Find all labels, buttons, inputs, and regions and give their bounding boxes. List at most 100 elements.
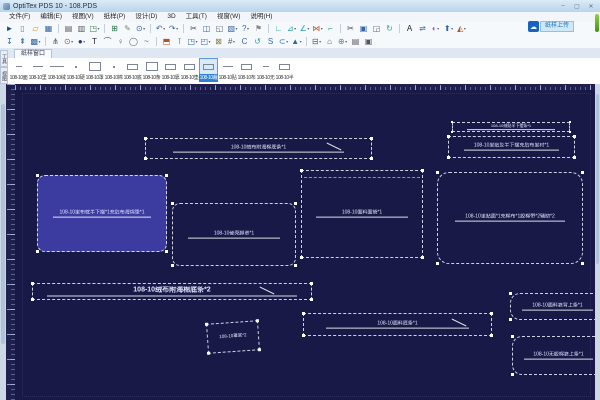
send-icon[interactable]: ⬆ [443, 23, 455, 34]
print-icon[interactable]: ▤ [63, 23, 75, 34]
menu-item[interactable]: 设计(D) [130, 12, 162, 22]
pattern-thumbnail[interactable]: 108-10布 [237, 58, 256, 82]
group-icon[interactable]: ◐ [430, 23, 442, 34]
pin-icon[interactable]: ♀ [115, 36, 127, 47]
pattern-thumbnail[interactable]: 108-10靠 [161, 58, 180, 82]
paste-piece-icon[interactable]: ◲ [371, 23, 383, 34]
separator[interactable] [156, 37, 157, 46]
move-point-icon[interactable]: ↧ [4, 36, 16, 47]
help-icon[interactable]: ? [240, 23, 252, 34]
maximize-button[interactable]: ▢ [572, 3, 582, 10]
rotate-ccw-icon[interactable]: ↺ [252, 36, 264, 47]
measure-icon[interactable]: ⊿ [286, 23, 298, 34]
menu-item[interactable]: 纸样(P) [99, 12, 131, 22]
pattern-thumbnail[interactable]: 108-10棉 [104, 58, 123, 82]
table-icon[interactable]: ⊞ [109, 23, 121, 34]
separator[interactable] [183, 24, 184, 33]
wave-icon[interactable]: ~ [141, 36, 153, 47]
pattern-piece[interactable]: 108-10面料底条*1 [302, 312, 493, 337]
minimize-button[interactable]: – [558, 3, 568, 10]
copy-piece-icon[interactable]: ▣ [358, 23, 370, 34]
pattern-piece[interactable]: 108-10硬壳脚罩*1 [171, 202, 297, 267]
upload-button[interactable]: ☁ 纸样上传 [527, 21, 574, 32]
menu-item[interactable]: 编辑(E) [35, 12, 67, 22]
menu-item[interactable]: 视图(V) [67, 12, 99, 22]
pattern-thumbnail[interactable]: 108-10垫 [180, 58, 199, 82]
redo-icon[interactable]: ↷ [168, 23, 180, 34]
cut-icon[interactable]: ✂ [188, 23, 200, 34]
scrollbar-thumb[interactable] [596, 94, 599, 264]
close-button[interactable]: ✕ [586, 3, 596, 10]
pattern-piece[interactable]: 108-10无胶棉靠上条*1 [511, 335, 600, 376]
copy-icon[interactable]: ◫ [201, 23, 213, 34]
split-window-icon[interactable]: ◰ [200, 36, 212, 47]
separator[interactable] [150, 24, 151, 33]
report-icon[interactable]: ▤ [350, 36, 362, 47]
separator[interactable] [268, 24, 269, 33]
s-curve-icon[interactable]: S [265, 36, 277, 47]
scrollbar-thumb[interactable] [1, 104, 5, 344]
pattern-piece[interactable]: 108-10绒布附海棉底条*2 [31, 282, 313, 301]
separator[interactable] [104, 24, 105, 33]
home-icon[interactable]: ⌂ [324, 36, 336, 47]
undo-icon[interactable]: ↶ [155, 23, 167, 34]
messenger-indicator[interactable] [595, 14, 599, 32]
close-piece-icon[interactable]: ⊠ [213, 36, 225, 47]
separator[interactable] [45, 37, 46, 46]
pattern-canvas[interactable]: 108-10绒布附海棉底条*1 108-10绒贴半下摆条*1 108-10里贴反… [0, 84, 600, 400]
separator[interactable] [340, 24, 341, 33]
notch-icon[interactable]: ⋈ [312, 23, 324, 34]
new-window-icon[interactable]: ◳ [187, 36, 199, 47]
add-point-icon[interactable]: ⇞ [17, 36, 29, 47]
separator[interactable] [306, 37, 307, 46]
curve-icon[interactable]: ⌒ [102, 36, 114, 47]
piece-half-icon[interactable]: ⬒ [161, 36, 173, 47]
pattern-piece[interactable]: 108-10面料面袋*1 [300, 169, 424, 259]
separator[interactable] [58, 24, 59, 33]
ellipse-icon[interactable]: ◯ [128, 36, 140, 47]
point-icon[interactable]: ● [76, 36, 88, 47]
pattern-thumbnail[interactable]: 108-10贴 [218, 58, 237, 82]
stand-icon[interactable]: ⊺ [174, 36, 186, 47]
pattern-thumbnail[interactable]: 108-10底 [123, 58, 142, 82]
pattern-thumbnail[interactable]: 108-10半 [275, 58, 294, 82]
grade-table-icon[interactable]: ▧ [227, 23, 239, 34]
trace-cut-icon[interactable]: ✂ [345, 23, 357, 34]
edit-icon[interactable]: ✎ [122, 23, 134, 34]
side-tab[interactable]: 视图 [0, 67, 8, 84]
open-curve-icon[interactable]: ⊂ [278, 36, 290, 47]
text-tool-icon[interactable]: T [89, 36, 101, 47]
pattern-piece[interactable]: 108-10绒贴半下摆条*1 [451, 121, 571, 133]
pattern-piece[interactable]: 108-10绒布附海棉底条*1 [144, 137, 373, 160]
menu-item[interactable]: 说明(H) [245, 12, 277, 22]
save-icon[interactable]: ▦ [43, 23, 55, 34]
pattern-thumbnail[interactable]: 108-10裁 [199, 58, 218, 82]
menu-item[interactable]: 3D [162, 12, 180, 22]
menu-item[interactable]: 工具(T) [181, 12, 212, 22]
pattern-thumbnail[interactable]: 108-10条 [142, 58, 161, 82]
fold-icon[interactable]: ⊟ [311, 36, 323, 47]
pattern-piece[interactable]: 108-10罩底*2 [204, 319, 262, 355]
triangle-icon[interactable]: ▲ [291, 36, 303, 47]
add-piece-icon[interactable]: ⊕ [337, 36, 349, 47]
export-icon[interactable]: ◳ [89, 23, 101, 34]
paste-icon[interactable]: ◱ [214, 23, 226, 34]
pointer-icon[interactable]: ► [4, 23, 16, 34]
menu-item[interactable]: 文件(F) [4, 12, 35, 22]
new-file-icon[interactable]: ▯ [17, 23, 29, 34]
flip-icon[interactable]: ◭ [456, 23, 468, 34]
open-file-icon[interactable]: ▱ [30, 23, 42, 34]
pattern-piece[interactable]: 108-10里贴反半下摆充后布里衬*1 [447, 135, 576, 159]
refresh-icon[interactable]: ↻ [384, 23, 396, 34]
text-icon[interactable]: A [404, 23, 416, 34]
compare-icon[interactable]: ⇌ [417, 23, 429, 34]
drill-hole-icon[interactable]: ⊙ [63, 36, 75, 47]
right-scrollbar[interactable] [595, 84, 600, 400]
pattern-piece[interactable]: 108-10面料靠背上条*1 [509, 292, 600, 321]
pattern-thumbnail[interactable]: 108-10里 [28, 58, 47, 82]
seam-icon[interactable]: ⌐ [325, 23, 337, 34]
zoom-icon[interactable]: ⊙ [135, 23, 147, 34]
pattern-thumbnail[interactable]: 108-10无 [256, 58, 275, 82]
save-piece-icon[interactable]: ▣ [363, 36, 375, 47]
pattern-thumbnail[interactable]: 108-10硬 [66, 58, 85, 82]
